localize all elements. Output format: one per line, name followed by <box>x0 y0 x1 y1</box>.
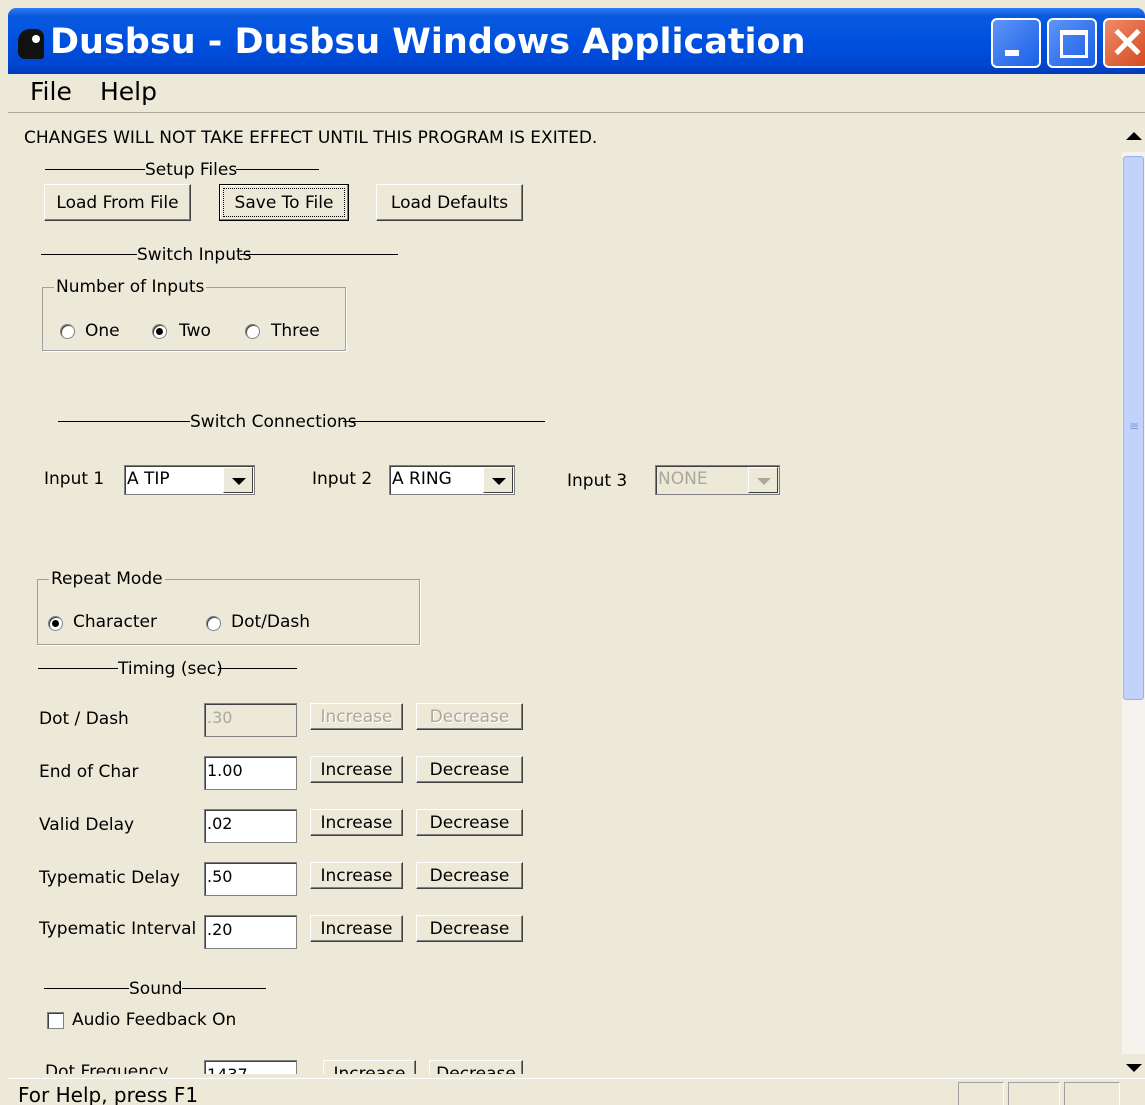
radio-inputs-two[interactable] <box>152 324 167 339</box>
switch-inputs-header: Switch Inputs <box>137 245 252 265</box>
input3-label: Input 3 <box>567 471 628 491</box>
number-of-inputs-label: Number of Inputs <box>54 277 207 297</box>
app-icon[interactable] <box>18 29 44 59</box>
chevron-down-icon <box>748 467 778 493</box>
status-pane <box>1064 1082 1120 1105</box>
input1-label: Input 1 <box>44 469 105 489</box>
audio-feedback-label[interactable]: Audio Feedback On <box>72 1010 236 1030</box>
switch-connections-header: Switch Connections <box>190 412 357 432</box>
dot-dash-decrease-button: Decrease <box>416 703 523 730</box>
settings-panel: CHANGES WILL NOT TAKE EFFECT UNTIL THIS … <box>8 114 1145 1074</box>
changes-notice: CHANGES WILL NOT TAKE EFFECT UNTIL THIS … <box>24 128 598 148</box>
timing-header: Timing (sec) <box>118 659 223 679</box>
radio-inputs-three-label[interactable]: Three <box>271 321 320 341</box>
status-text: For Help, press F1 <box>18 1083 199 1105</box>
status-pane <box>958 1082 1004 1105</box>
input1-selected-value: A TIP <box>127 469 170 489</box>
typematic-delay-field[interactable]: .50 <box>204 862 297 896</box>
scroll-up-icon[interactable] <box>1122 122 1145 152</box>
close-button[interactable] <box>1103 18 1145 68</box>
timing-label: Typematic Delay <box>39 868 180 888</box>
setup-files-header: Setup Files <box>145 160 238 180</box>
load-defaults-button[interactable]: Load Defaults <box>376 184 523 221</box>
status-bar: For Help, press F1 <box>8 1078 1145 1105</box>
valid-delay-field[interactable]: .02 <box>204 809 297 843</box>
input1-select[interactable]: A TIP <box>124 465 255 495</box>
radio-inputs-one-label[interactable]: One <box>85 321 120 341</box>
typematic-delay-decrease-button[interactable]: Decrease <box>416 862 523 889</box>
typematic-interval-increase-button[interactable]: Increase <box>310 915 403 942</box>
header-line <box>236 169 319 170</box>
menu-help[interactable]: Help <box>100 77 157 106</box>
header-line <box>41 254 137 255</box>
typematic-interval-decrease-button[interactable]: Decrease <box>416 915 523 942</box>
header-line <box>38 668 118 669</box>
timing-label: Typematic Interval <box>39 919 197 939</box>
maximize-button[interactable] <box>1047 18 1097 68</box>
timing-label: Valid Delay <box>39 815 135 835</box>
input2-label: Input 2 <box>312 469 373 489</box>
header-line <box>218 668 297 669</box>
scroll-down-icon[interactable] <box>1122 1054 1145 1074</box>
dot-frequency-increase-button[interactable]: Increase <box>323 1060 416 1074</box>
input3-select: NONE <box>655 465 780 495</box>
radio-repeat-dotdash[interactable] <box>206 616 221 631</box>
header-line <box>182 988 266 989</box>
valid-delay-increase-button[interactable]: Increase <box>310 809 403 836</box>
radio-inputs-two-label[interactable]: Two <box>179 321 211 341</box>
input2-select[interactable]: A RING <box>389 465 515 495</box>
end-of-char-increase-button[interactable]: Increase <box>310 756 403 783</box>
vertical-scrollbar[interactable] <box>1122 122 1145 1074</box>
status-pane <box>1008 1082 1060 1105</box>
input2-selected-value: A RING <box>392 469 452 489</box>
dot-dash-field: .30 <box>204 703 297 737</box>
typematic-delay-increase-button[interactable]: Increase <box>310 862 403 889</box>
repeat-mode-label: Repeat Mode <box>49 569 165 589</box>
timing-label: Dot / Dash <box>39 709 129 729</box>
radio-inputs-one[interactable] <box>60 324 75 339</box>
radio-inputs-three[interactable] <box>245 324 260 339</box>
minimize-button[interactable] <box>991 18 1041 68</box>
dot-frequency-field[interactable]: 1437 <box>204 1060 297 1074</box>
end-of-char-decrease-button[interactable]: Decrease <box>416 756 523 783</box>
menu-bar: File Help <box>8 74 1145 113</box>
menu-file[interactable]: File <box>30 77 72 106</box>
dot-dash-increase-button: Increase <box>310 703 403 730</box>
header-line <box>58 421 190 422</box>
valid-delay-decrease-button[interactable]: Decrease <box>416 809 523 836</box>
application-window: Dusbsu - Dusbsu Windows Application File… <box>8 8 1145 1105</box>
input3-selected-value: NONE <box>658 469 708 489</box>
dot-frequency-label: Dot Frequency <box>45 1062 169 1074</box>
radio-repeat-character-label[interactable]: Character <box>73 612 157 632</box>
end-of-char-field[interactable]: 1.00 <box>204 756 297 790</box>
save-to-file-button[interactable]: Save To File <box>219 184 349 221</box>
load-from-file-button[interactable]: Load From File <box>44 184 191 221</box>
header-line <box>240 254 398 255</box>
header-line <box>45 169 145 170</box>
sound-header: Sound <box>129 979 183 999</box>
radio-repeat-character[interactable] <box>48 616 63 631</box>
header-line <box>44 988 129 989</box>
radio-repeat-dotdash-label[interactable]: Dot/Dash <box>231 612 310 632</box>
dot-frequency-decrease-button[interactable]: Decrease <box>429 1060 523 1074</box>
chevron-down-icon[interactable] <box>223 467 253 493</box>
timing-label: End of Char <box>39 762 139 782</box>
scrollbar-thumb[interactable] <box>1123 156 1144 700</box>
title-bar[interactable]: Dusbsu - Dusbsu Windows Application <box>8 8 1145 74</box>
audio-feedback-checkbox[interactable] <box>47 1012 64 1029</box>
typematic-interval-field[interactable]: .20 <box>204 915 297 949</box>
header-line <box>343 421 545 422</box>
window-title: Dusbsu - Dusbsu Windows Application <box>50 22 806 62</box>
chevron-down-icon[interactable] <box>483 467 513 493</box>
